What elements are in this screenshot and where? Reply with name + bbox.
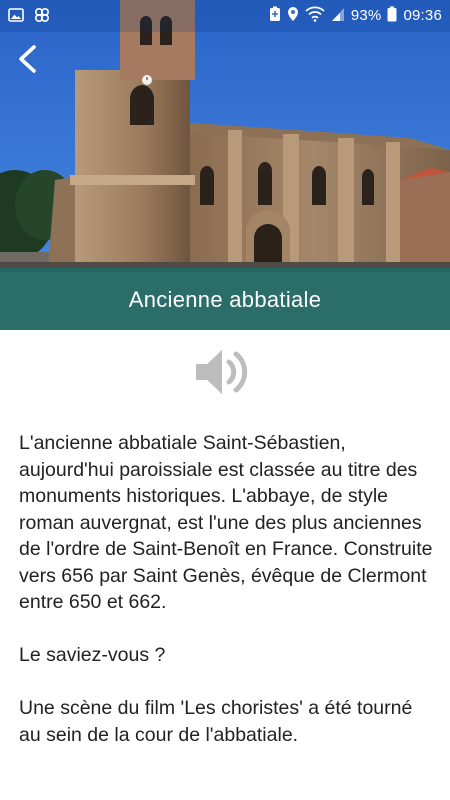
cell-signal-icon xyxy=(331,6,345,26)
title-band: Ancienne abbatiale xyxy=(0,268,450,330)
trivia-paragraph: Une scène du film 'Les choristes' a été … xyxy=(19,697,413,746)
place-detail-screen: 93% 09:36 Ancienne abbatiale L'ancienne xyxy=(0,0,450,800)
battery-saver-icon xyxy=(269,6,281,26)
description-text: L'ancienne abbatiale Saint-Sébastien, au… xyxy=(19,430,439,748)
place-title: Ancienne abbatiale xyxy=(128,287,322,312)
chevron-left-icon xyxy=(19,45,36,73)
battery-icon xyxy=(387,6,397,26)
status-bar-left xyxy=(8,7,50,27)
description-paragraph: L'ancienne abbatiale Saint-Sébastien, au… xyxy=(19,432,433,613)
clock-time: 09:36 xyxy=(403,7,442,24)
image-icon xyxy=(8,7,24,27)
back-button[interactable] xyxy=(8,40,46,78)
app-notification-icon xyxy=(34,7,50,27)
location-icon xyxy=(287,6,299,26)
play-audio-button[interactable] xyxy=(192,344,256,400)
did-you-know-heading: Le saviez-vous ? xyxy=(19,644,166,666)
status-bar: 93% 09:36 xyxy=(0,0,450,32)
wifi-icon xyxy=(305,6,325,26)
status-bar-right: 93% 09:36 xyxy=(269,6,442,26)
battery-percent: 93% xyxy=(350,7,382,24)
speaker-icon xyxy=(196,350,248,394)
